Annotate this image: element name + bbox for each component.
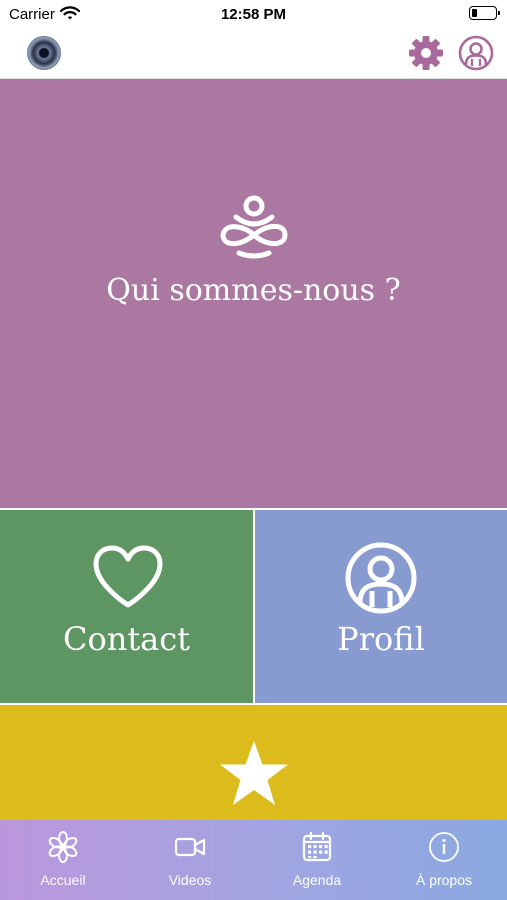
tab-about-label: À propos bbox=[415, 872, 473, 888]
status-bar: Carrier 12:58 PM bbox=[0, 0, 507, 30]
user-circle-icon bbox=[345, 542, 417, 614]
tile-favorites[interactable] bbox=[0, 705, 507, 820]
tile-contact-label: Contact bbox=[62, 620, 191, 658]
info-icon bbox=[429, 832, 459, 862]
tab-home[interactable]: Accueil bbox=[0, 820, 126, 900]
flower-icon bbox=[48, 831, 78, 863]
tab-agenda-label: Agenda bbox=[292, 872, 342, 888]
settings-button[interactable] bbox=[408, 35, 444, 71]
tile-about-us-label: Qui sommes-nous ? bbox=[106, 273, 401, 308]
navigation-bar bbox=[0, 30, 507, 79]
tab-home-label: Accueil bbox=[40, 872, 86, 888]
tile-contact[interactable]: Contact bbox=[0, 510, 253, 703]
battery-icon bbox=[469, 6, 500, 20]
meditation-icon bbox=[220, 195, 288, 259]
tile-profile-label: Profil bbox=[337, 620, 425, 658]
account-button[interactable] bbox=[458, 35, 494, 71]
tab-videos[interactable]: Videos bbox=[127, 820, 253, 900]
heart-icon bbox=[93, 545, 163, 608]
calendar-icon bbox=[302, 831, 332, 862]
tab-videos-label: Videos bbox=[168, 872, 212, 888]
gear-icon bbox=[409, 36, 443, 70]
video-camera-icon bbox=[174, 837, 206, 857]
user-circle-icon bbox=[458, 35, 494, 71]
tab-bar: Accueil Videos Agenda À propos bbox=[0, 820, 507, 900]
tile-about-us[interactable]: Qui sommes-nous ? bbox=[0, 79, 507, 508]
tab-agenda[interactable]: Agenda bbox=[254, 820, 380, 900]
app-logo[interactable] bbox=[27, 36, 61, 70]
tile-profile[interactable]: Profil bbox=[255, 510, 507, 703]
star-icon bbox=[220, 741, 288, 805]
tab-about[interactable]: À propos bbox=[381, 820, 507, 900]
clock: 12:58 PM bbox=[220, 6, 287, 23]
